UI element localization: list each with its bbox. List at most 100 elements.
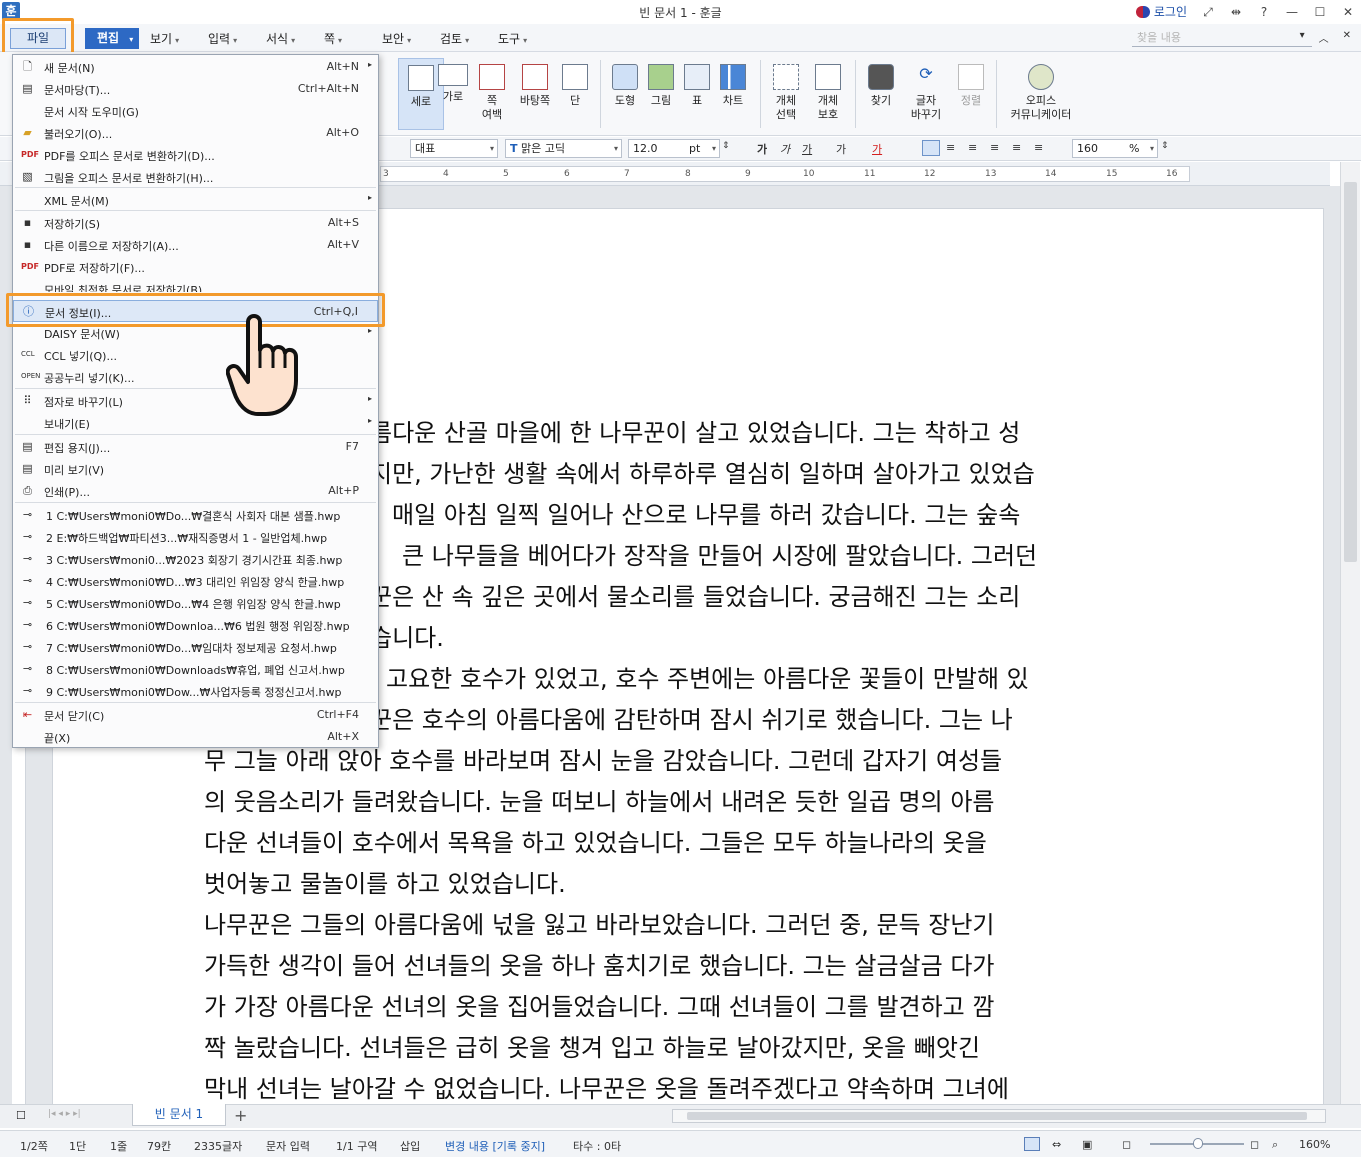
align-distribute-icon[interactable]: ≡ — [1012, 141, 1021, 154]
help-icon[interactable]: ? — [1257, 5, 1271, 19]
align-left-icon[interactable]: ≡ — [946, 141, 955, 154]
scrollbar-thumb[interactable] — [1344, 182, 1357, 562]
menu-page[interactable]: 쪽 ▾ — [324, 30, 382, 47]
chevron-down-icon: ▾ — [233, 36, 238, 45]
tab-nav-first-icon[interactable]: |◂ ◂ ▸ ▸| — [48, 1109, 81, 1119]
edit-menu-button[interactable]: 편집 ▾ — [85, 28, 139, 49]
status-track-changes[interactable]: 변경 내용 [기록 중지] — [445, 1138, 545, 1154]
bold-button[interactable]: 가 — [757, 141, 767, 157]
zoom-input[interactable]: 160 % ▾ — [1072, 139, 1158, 158]
font-color-button[interactable]: 가 — [872, 141, 882, 157]
char-replace-button[interactable]: ⟳ 글자 바꾸기 — [903, 58, 949, 130]
menu-item-shortcut: Alt+O — [326, 126, 359, 139]
recent-file-6[interactable]: ⊸ 6 C:₩Users₩moni0₩Downloa...₩6 법원 행정 위임장… — [13, 614, 378, 636]
zoom-out-icon[interactable]: ◻ — [1122, 1138, 1131, 1151]
zoom-in-icon[interactable]: ◻ — [1250, 1138, 1259, 1151]
menu-security[interactable]: 보안 ▾ — [382, 30, 440, 47]
object-select-icon — [773, 64, 799, 90]
menu-insert-open-license[interactable]: OPEN 공공누리 넣기(K)... — [13, 366, 378, 388]
chart-button[interactable]: 차트 — [710, 58, 756, 130]
memo-icon[interactable]: ☐ — [16, 1109, 26, 1122]
style-select[interactable]: 대표 ▾ — [410, 139, 498, 158]
recent-file-5[interactable]: ⊸ 5 C:₩Users₩moni0₩Do...₩4 은행 위임장 양식 한글.h… — [13, 592, 378, 614]
menu-review[interactable]: 검토 ▾ — [440, 30, 498, 47]
menu-tools[interactable]: 도구 ▾ — [498, 30, 556, 47]
recent-file-2[interactable]: ⊸ 2 E:₩하드백업₩파티션3...₩재직증명서 1 - 일반업체.hwp — [13, 526, 378, 548]
vertical-scrollbar[interactable] — [1340, 162, 1360, 1104]
strikethrough-button[interactable]: 가 — [836, 141, 846, 157]
office-communicator-button[interactable]: 오피스 커뮤니케이터 — [1004, 58, 1078, 130]
align-center-icon[interactable]: ≡ — [968, 141, 977, 154]
scrollbar-thumb[interactable] — [687, 1112, 1307, 1120]
menu-xml-document[interactable]: XML 문서(M) ▸ — [13, 189, 378, 211]
menu-send[interactable]: 보내기(E) ▸ — [13, 412, 378, 434]
split-view-icon[interactable]: ⇹ — [1229, 5, 1243, 19]
status-insert[interactable]: 삽입 — [400, 1138, 420, 1154]
font-select[interactable]: T 맑은 고딕 ▾ — [505, 139, 622, 158]
recent-file-8[interactable]: ⊸ 8 C:₩Users₩moni0₩Downloads₩휴업, 폐업 신고서.h… — [13, 658, 378, 680]
menu-save-as[interactable]: ▪ 다른 이름으로 저장하기(A)... Alt+V — [13, 234, 378, 256]
underline-button[interactable]: 가 — [802, 141, 812, 157]
object-select-button[interactable]: 개체 선택 — [763, 58, 809, 130]
sort-button[interactable]: 정렬 — [948, 58, 994, 130]
recent-file-1[interactable]: ⊸ 1 C:₩Users₩moni0₩Do...₩결혼식 사회자 대본 샘플.hw… — [13, 504, 378, 526]
add-tab-button[interactable]: + — [234, 1106, 247, 1125]
menu-close-document[interactable]: ⇤ 문서 닫기(C) Ctrl+F4 — [13, 704, 378, 726]
menu-view[interactable]: 보기 ▾ — [150, 30, 208, 47]
minimize-icon[interactable]: — — [1285, 5, 1299, 19]
page-view-icon[interactable]: ▣ — [1082, 1138, 1092, 1151]
menu-save-pdf[interactable]: PDF PDF로 저장하기(F)... — [13, 256, 378, 278]
login-button[interactable]: 로그인 — [1135, 3, 1187, 20]
recent-file-3[interactable]: ⊸ 3 C:₩Users₩moni0...₩2023 회장기 경기시간표 최종.h… — [13, 548, 378, 570]
maximize-icon[interactable]: ☐ — [1313, 5, 1327, 19]
font-size-input[interactable]: 12.0 pt ▾ — [628, 139, 720, 158]
object-protect-button[interactable]: 개체 보호 — [805, 58, 851, 130]
menu-open[interactable]: ▰ 불러오기(O)... Alt+O — [13, 122, 378, 144]
menu-item-label: 문서 시작 도우미(G) — [44, 106, 139, 119]
menu-page-setup[interactable]: ▤ 편집 용지(J)... F7 — [13, 436, 378, 458]
menu-templates[interactable]: ▤ 문서마당(T)... Ctrl+Alt+N — [13, 78, 378, 100]
tab-document-1[interactable]: 빈 문서 1 — [132, 1104, 226, 1126]
menu-input[interactable]: 입력 ▾ — [208, 30, 266, 47]
align-justify-button[interactable] — [922, 140, 940, 156]
menu-braille[interactable]: ⠿ 점자로 바꾸기(L) ▸ — [13, 390, 378, 412]
menu-print[interactable]: ⎙ 인쇄(P)... Alt+P — [13, 480, 378, 502]
menu-save-mobile[interactable]: 모바일 최적화 문서로 저장하기(B)... — [13, 278, 378, 292]
columns-button[interactable]: 단 — [552, 58, 598, 130]
font-value: 맑은 고딕 — [521, 142, 565, 155]
recent-file-7[interactable]: ⊸ 7 C:₩Users₩moni0₩Do...₩임대차 정보제공 요청서.hwp — [13, 636, 378, 658]
menu-view-label: 보기 — [150, 32, 173, 46]
menu-save[interactable]: ▪ 저장하기(S) Alt+S — [13, 212, 378, 234]
close-icon[interactable]: ✕ — [1341, 5, 1355, 19]
menu-preview[interactable]: ▤ 미리 보기(V) — [13, 458, 378, 480]
recent-file-9[interactable]: ⊸ 9 C:₩Users₩moni0₩Dow...₩사업자등록 정정신고서.hwp — [13, 680, 378, 702]
collapse-ribbon-icon[interactable]: ︿ — [1319, 30, 1329, 45]
search-input[interactable]: 찾을 내용 — [1132, 29, 1312, 47]
dropdown-icon[interactable]: ▾ — [1300, 30, 1305, 45]
close-doc-icon[interactable]: ✕ — [1343, 30, 1351, 45]
page-margin-button[interactable]: 쪽 여백 — [469, 58, 515, 130]
italic-button[interactable]: 가 — [780, 141, 790, 157]
align-divide-icon[interactable]: ≡ — [1034, 141, 1043, 154]
zoom-slider-handle[interactable] — [1193, 1138, 1203, 1149]
zoom-stepper[interactable]: ⇕ — [1161, 141, 1169, 151]
menu-format[interactable]: 서식 ▾ — [266, 30, 324, 47]
menu-pdf-convert[interactable]: PDF PDF를 오피스 문서로 변환하기(D)... — [13, 144, 378, 166]
menu-exit[interactable]: 끝(X) Alt+X — [13, 726, 378, 748]
ribbon-separator — [760, 60, 761, 128]
fullscreen-icon[interactable]: ⤢ — [1201, 5, 1215, 19]
menu-image-convert[interactable]: ▧ 그림을 오피스 문서로 변환하기(H)... — [13, 166, 378, 188]
font-size-stepper[interactable]: ⇕ — [722, 141, 730, 151]
find-button[interactable]: 찾기 — [858, 58, 904, 130]
ruler-number: 9 — [745, 169, 751, 179]
menu-new-document[interactable]: 🗋 새 문서(N) Alt+N ▸ — [13, 56, 378, 78]
menu-insert-ccl[interactable]: CCL CCL 넣기(Q)... — [13, 344, 378, 366]
normal-view-icon[interactable] — [1024, 1137, 1040, 1151]
menu-start-wizard[interactable]: 문서 시작 도우미(G) — [13, 100, 378, 122]
search-icon[interactable]: ⌕ — [1272, 1138, 1278, 1152]
horizontal-scrollbar[interactable] — [672, 1109, 1326, 1123]
recent-file-4[interactable]: ⊸ 4 C:₩Users₩moni0₩D...₩3 대리인 위임장 양식 한글.h… — [13, 570, 378, 592]
ruler-number: 8 — [685, 169, 691, 179]
width-view-icon[interactable]: ⇔ — [1052, 1138, 1061, 1151]
align-right-icon[interactable]: ≡ — [990, 141, 999, 154]
